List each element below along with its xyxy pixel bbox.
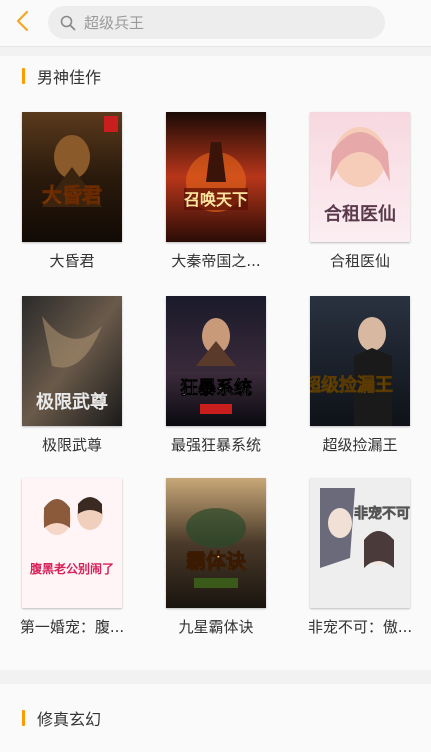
section-title: 修真玄幻 [37, 710, 102, 729]
section-xianxia: 修真玄幻 [0, 684, 431, 752]
book-cover[interactable]: 霸体诀 [166, 478, 266, 608]
book-item[interactable]: 非宠不可 非宠不可：傲... [300, 478, 420, 637]
section-header: 男神佳作 [22, 66, 102, 87]
svg-text:合租医仙: 合租医仙 [324, 203, 396, 225]
book-item[interactable]: 腹黑老公别闹了 第一婚宠：腹... [12, 478, 132, 637]
section-title: 男神佳作 [37, 68, 102, 87]
book-item[interactable]: 超级捡漏王 超级捡漏王 [300, 296, 420, 455]
search-placeholder: 超级兵王 [84, 14, 145, 32]
book-item[interactable]: 合租医仙 合租医仙 [300, 112, 420, 271]
book-cover[interactable]: 召唤天下 [166, 112, 266, 242]
back-button[interactable] [8, 8, 36, 38]
book-title: 合租医仙 [329, 252, 390, 270]
book-title: 极限武尊 [41, 436, 102, 454]
book-title: 第一婚宠：腹... [19, 618, 125, 636]
book-cover[interactable]: 腹黑老公别闹了 [22, 478, 122, 608]
svg-text:召唤天下: 召唤天下 [184, 190, 248, 209]
section-accent-bar [22, 68, 25, 84]
svg-text:极限武尊: 极限武尊 [36, 391, 108, 413]
book-item[interactable]: 狂暴系统 最强狂暴系统 [156, 296, 276, 455]
search-bar[interactable]: 超级兵王 [48, 6, 385, 39]
book-item[interactable]: 霸体诀 九星霸体诀 [156, 478, 276, 637]
back-arrow-icon [15, 10, 29, 36]
book-title: 最强狂暴系统 [170, 436, 261, 454]
book-title: 超级捡漏王 [322, 436, 398, 454]
book-title: 非宠不可：傲... [307, 618, 413, 636]
book-cover[interactable]: 超级捡漏王 [310, 296, 410, 426]
svg-text:狂暴系统: 狂暴系统 [180, 377, 252, 399]
svg-text:非宠不可: 非宠不可 [354, 505, 410, 522]
book-cover[interactable]: 狂暴系统 [166, 296, 266, 426]
section-header: 修真玄幻 [22, 708, 102, 729]
book-cover[interactable]: 大昏君 [22, 112, 122, 242]
book-title: 九星霸体诀 [178, 618, 254, 636]
book-cover[interactable]: 极限武尊 [22, 296, 122, 426]
svg-text:霸体诀: 霸体诀 [186, 549, 247, 573]
book-item[interactable]: 召唤天下 大秦帝国之... [156, 112, 276, 271]
book-item[interactable]: 极限武尊 极限武尊 [12, 296, 132, 455]
top-bar: 超级兵王 [0, 0, 431, 47]
section-accent-bar [22, 710, 25, 726]
svg-text:超级捡漏王: 超级捡漏王 [310, 374, 393, 396]
book-title: 大秦帝国之... [171, 252, 261, 270]
section-male-picks: 男神佳作 大昏君 大昏君 召唤天下 大秦帝国之... 合租医仙 合租医仙 极限武… [0, 56, 431, 670]
svg-text:大昏君: 大昏君 [42, 183, 102, 207]
book-title: 大昏君 [49, 252, 95, 270]
book-item[interactable]: 大昏君 大昏君 [12, 112, 132, 271]
book-cover[interactable]: 合租医仙 [310, 112, 410, 242]
svg-text:腹黑老公别闹了: 腹黑老公别闹了 [30, 561, 114, 576]
search-icon [60, 14, 78, 32]
book-cover[interactable]: 非宠不可 [310, 478, 410, 608]
